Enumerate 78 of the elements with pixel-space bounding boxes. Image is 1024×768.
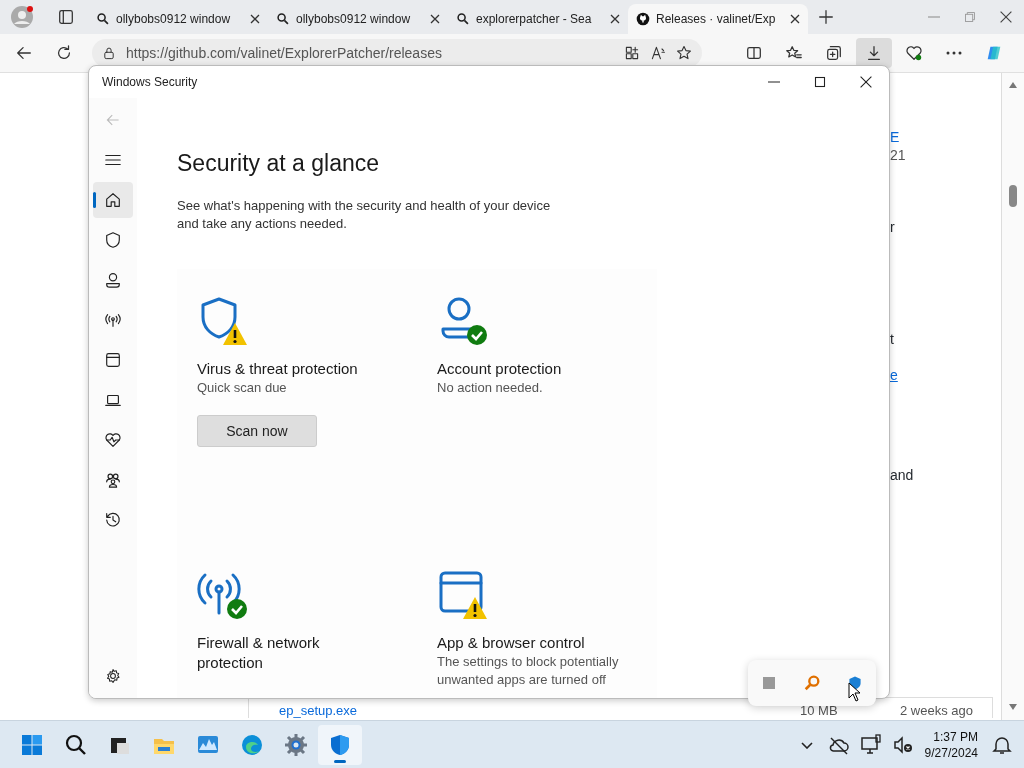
magnifier-icon <box>803 674 821 692</box>
minimize-icon <box>928 16 940 18</box>
search-icon <box>456 12 470 26</box>
browser-window-warning-icon[interactable] <box>437 569 489 621</box>
card-status: No action needed. <box>437 379 544 397</box>
minimize-icon <box>768 81 780 83</box>
browser-tab[interactable]: ollybobs0912 window <box>88 4 268 34</box>
shield-icon <box>104 231 122 249</box>
page-text-fragment: t <box>890 331 895 345</box>
asset-link[interactable]: ep_setup.exe <box>279 704 800 718</box>
card-status: Quick scan due <box>197 379 288 397</box>
page-text-fragment: and <box>890 467 915 481</box>
page-text-fragment: 21 <box>890 147 907 161</box>
close-icon <box>250 14 260 24</box>
back-arrow-icon <box>15 44 33 62</box>
gear-icon <box>284 733 308 757</box>
card-title[interactable]: Firewall & network protection <box>197 633 372 673</box>
page-description: See what's happening with the security and health of your device and take any actions needed. <box>177 197 552 233</box>
mouse-pointer-icon <box>848 682 862 702</box>
apps-icon[interactable] <box>624 45 640 61</box>
network-monitor-icon <box>858 733 883 757</box>
scroll-down-arrow-icon[interactable] <box>1008 703 1018 711</box>
card-title[interactable]: App & browser control <box>437 633 612 653</box>
plus-icon <box>817 8 835 26</box>
scrollbar-thumb[interactable] <box>1009 185 1017 207</box>
avatar-icon <box>10 5 34 29</box>
family-icon <box>104 471 122 489</box>
chevron-down-icon <box>800 741 813 749</box>
square-icon <box>763 677 776 689</box>
asset-date: 2 weeks ago <box>900 704 974 718</box>
star-icon[interactable] <box>676 45 692 61</box>
clock-time: 1:37 PM <box>933 729 978 745</box>
close-icon <box>430 14 440 24</box>
browser-tab[interactable]: ollybobs0912 window <box>268 4 448 34</box>
search-icon <box>276 12 290 26</box>
person-icon <box>104 271 122 289</box>
search-icon <box>96 12 110 26</box>
copilot-icon <box>985 44 1003 62</box>
browser-window-icon <box>104 351 122 369</box>
scroll-up-arrow-icon[interactable] <box>1008 81 1018 89</box>
tabs-icon <box>57 8 75 26</box>
split-screen-icon <box>745 44 763 62</box>
close-icon <box>790 14 800 24</box>
cat-logo-icon <box>636 12 650 26</box>
lock-icon <box>102 46 116 60</box>
clock-date: 9/27/2024 <box>924 745 978 761</box>
nav-item[interactable] <box>93 182 133 218</box>
page-text-fragment: E <box>890 129 901 143</box>
download-icon <box>865 44 883 62</box>
heart-pulse-icon <box>104 431 122 449</box>
close-icon <box>610 14 620 24</box>
more-icon <box>946 51 962 55</box>
downloads-button[interactable] <box>856 38 892 68</box>
back-arrow-icon <box>105 112 121 128</box>
settings-icon <box>105 668 121 684</box>
search-icon <box>64 733 88 757</box>
card-status: The settings to block potentially unwanted apps are turned off <box>437 653 620 689</box>
scan-now-button[interactable]: Scan now <box>197 415 317 447</box>
browser-tab[interactable]: explorerpatcher - Sea <box>448 4 628 34</box>
antenna-icon <box>104 311 122 329</box>
heart-pulse-icon <box>905 44 923 62</box>
asset-size: 10 MB <box>800 704 839 718</box>
window-title: Windows Security <box>102 75 198 89</box>
home-icon <box>104 191 122 209</box>
windows-logo-icon <box>20 733 44 757</box>
browser-tab[interactable]: Releases · valinet/Exp <box>628 4 808 34</box>
read-aloud-icon[interactable] <box>650 45 666 61</box>
swirl-logo-icon <box>240 733 264 757</box>
card-title[interactable]: Virus & threat protection <box>197 359 372 379</box>
collections-icon <box>825 44 843 62</box>
page-text-fragment: e <box>890 367 899 381</box>
page-text-fragment: r <box>890 219 896 233</box>
address-bar[interactable]: https://github.com/valinet/ExplorerPatcher/releases <box>92 39 702 67</box>
shield-icon <box>328 733 352 757</box>
card-title[interactable]: Account protection <box>437 359 612 379</box>
page-heading: Security at a glance <box>177 150 380 177</box>
refresh-icon <box>55 44 73 62</box>
history-icon <box>104 511 122 529</box>
